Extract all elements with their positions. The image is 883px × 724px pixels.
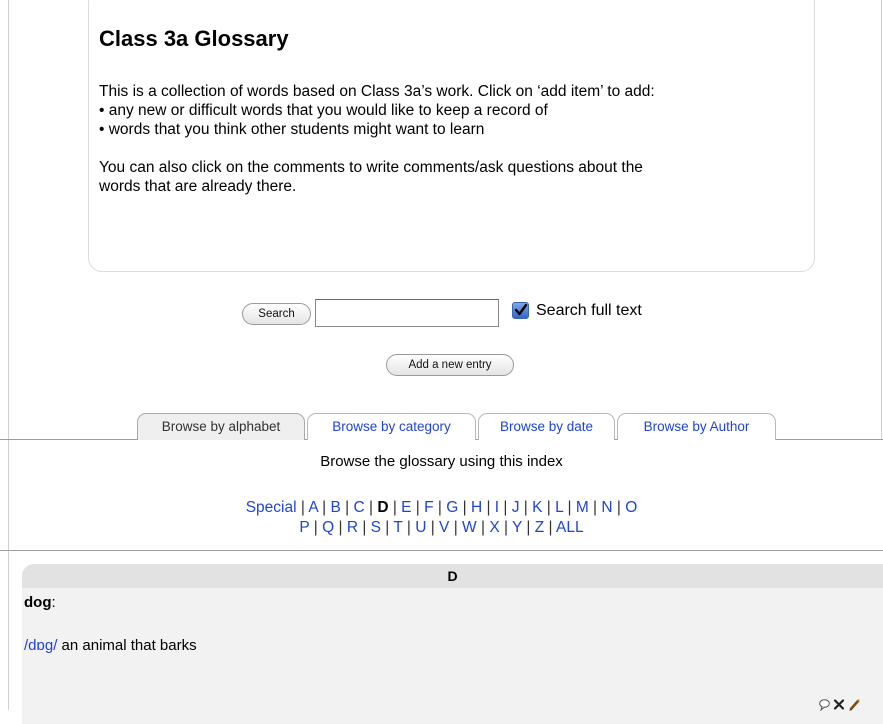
index-letter-v[interactable]: V	[439, 519, 449, 536]
index-letter-all[interactable]: ALL	[556, 519, 584, 536]
index-separator: |	[402, 519, 416, 536]
index-letter-w[interactable]: W	[462, 519, 477, 536]
index-separator: |	[317, 499, 331, 516]
index-separator: |	[499, 519, 513, 536]
tab-browse-by-category[interactable]: Browse by category	[307, 413, 476, 440]
index-separator: |	[358, 519, 371, 536]
concept-term: dog	[24, 594, 52, 611]
concept-suffix: :	[51, 594, 56, 611]
phonetic-link[interactable]: /dɒg/	[24, 637, 57, 654]
description-line: This is a collection of words based on C…	[99, 83, 655, 100]
search-full-text-label: Search full text	[536, 302, 642, 319]
browse-caption: Browse the glossary using this index	[320, 453, 563, 470]
index-separator: |	[426, 519, 440, 536]
index-letter-s[interactable]: S	[371, 519, 381, 536]
index-separator: |	[296, 499, 309, 516]
index-separator: |	[612, 499, 626, 516]
checkmark-icon	[514, 303, 528, 316]
index-separator: |	[388, 499, 402, 516]
index-letter-b[interactable]: B	[330, 499, 340, 516]
search-button[interactable]: Search	[242, 303, 311, 325]
index-letter-t[interactable]: T	[393, 519, 402, 536]
delete-icon[interactable]	[833, 698, 845, 716]
index-letter-n[interactable]: N	[601, 499, 612, 516]
index-letter-special[interactable]: Special	[246, 499, 297, 516]
page-left-border	[8, 0, 9, 710]
index-letter-j[interactable]: J	[512, 499, 520, 516]
index-letter-e[interactable]: E	[401, 499, 411, 516]
index-letter-y[interactable]: Y	[512, 519, 522, 536]
index-separator: |	[449, 519, 463, 536]
index-separator: |	[309, 519, 323, 536]
index-separator: |	[482, 499, 495, 516]
index-separator: |	[588, 499, 602, 516]
index-letter-f[interactable]: F	[424, 499, 433, 516]
index-letter-k[interactable]: K	[532, 499, 542, 516]
index-separator: |	[411, 499, 425, 516]
index-separator: |	[522, 519, 535, 536]
tab-browse-by-alphabet[interactable]: Browse by alphabet	[137, 413, 305, 440]
index-separator: |	[381, 519, 394, 536]
tab-browse-by-date[interactable]: Browse by date	[478, 413, 615, 440]
index-separator: |	[476, 519, 490, 536]
index-separator: |	[340, 499, 354, 516]
description-line: words that are already there.	[99, 178, 297, 195]
index-letter-u[interactable]: U	[415, 519, 426, 536]
index-separator: |	[334, 519, 347, 536]
search-input[interactable]	[315, 299, 499, 327]
add-entry-button[interactable]: Add a new entry	[386, 354, 514, 376]
index-letter-p[interactable]: P	[299, 519, 309, 536]
glossary-description: This is a collection of words based on C…	[99, 82, 799, 196]
index-separator: |	[519, 499, 533, 516]
glossary-entry: D dog: /dɒg/ an animal that barks	[22, 564, 883, 724]
index-separator: |	[433, 499, 447, 516]
definition-text: an animal that barks	[57, 637, 197, 654]
comment-icon[interactable]	[818, 698, 831, 716]
index-letter-l[interactable]: L	[555, 499, 563, 516]
entry-concept: dog:	[24, 594, 56, 611]
index-letter-a[interactable]: A	[308, 499, 317, 516]
index-separator: |	[458, 499, 471, 516]
edit-icon[interactable]	[848, 698, 861, 717]
page-right-border	[881, 0, 882, 440]
index-separator: |	[563, 499, 576, 516]
index-letter-r[interactable]: R	[347, 519, 358, 536]
index-letter-q[interactable]: Q	[322, 519, 334, 536]
section-divider	[0, 550, 883, 551]
description-line: You can also click on the comments to wr…	[99, 159, 643, 176]
index-letter-m[interactable]: M	[576, 499, 589, 516]
index-separator: |	[499, 499, 512, 516]
letter-header: D	[22, 564, 883, 588]
index-separator: |	[364, 499, 378, 516]
index-letter-g[interactable]: G	[446, 499, 458, 516]
index-letter-h[interactable]: H	[471, 499, 482, 516]
page-title: Class 3a Glossary	[99, 26, 289, 51]
description-bullet: • any new or difficult words that you wo…	[99, 102, 548, 119]
index-separator: |	[542, 499, 556, 516]
search-full-text-checkbox[interactable]	[512, 302, 529, 319]
index-separator: |	[544, 519, 556, 536]
alphabet-index-row-2: P | Q | R | S | T | U | V | W | X | Y | …	[0, 518, 883, 537]
entry-definition: /dɒg/ an animal that barks	[24, 637, 197, 654]
tab-browse-by-author[interactable]: Browse by Author	[617, 413, 776, 440]
index-letter-d: D	[377, 499, 389, 516]
index-letter-o[interactable]: O	[625, 499, 637, 516]
description-bullet: • words that you think other students mi…	[99, 121, 485, 138]
alphabet-index-row-1: Special | A | B | C | D | E | F | G | H …	[0, 498, 883, 517]
index-letter-x[interactable]: X	[489, 519, 499, 536]
index-letter-z[interactable]: Z	[535, 519, 544, 536]
index-letter-c[interactable]: C	[353, 499, 364, 516]
